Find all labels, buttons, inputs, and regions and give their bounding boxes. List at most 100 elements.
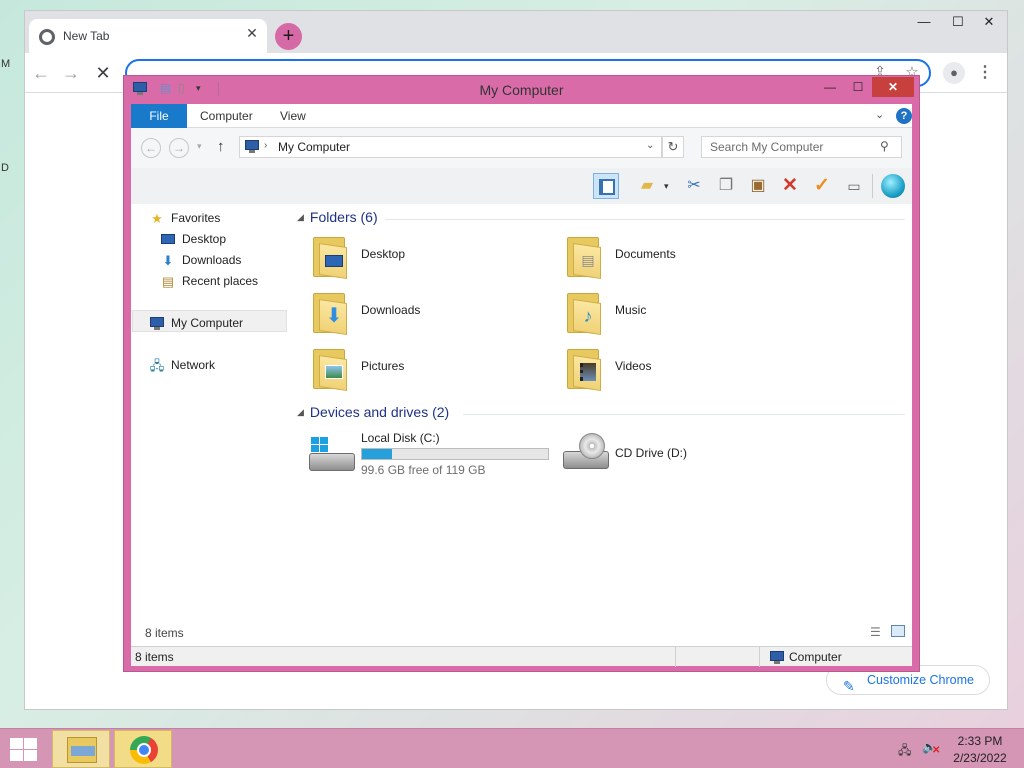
folder-pictures[interactable]: Pictures	[309, 343, 559, 393]
recent-locations-icon[interactable]: ▾	[197, 141, 202, 152]
nav-my-computer[interactable]: My Computer	[149, 313, 305, 335]
search-input[interactable]: Search My Computer ⚲	[701, 136, 902, 158]
tab-close-icon[interactable]: ✕	[243, 25, 261, 45]
network-icon: 🖧	[149, 358, 165, 373]
refresh-button[interactable]: ↻	[662, 136, 684, 158]
customize-chrome-label: Customize Chrome	[867, 673, 974, 687]
start-button[interactable]	[8, 737, 38, 761]
folder-desktop[interactable]: Desktop	[309, 231, 559, 281]
network-tray-icon[interactable]: 🖧	[898, 741, 914, 757]
taskbar: 🖧 🔈 ✕ 2:33 PM 2/23/2022	[0, 728, 1024, 768]
breadcrumb-chevron-icon[interactable]: ›	[264, 140, 267, 151]
tab-computer[interactable]: Computer	[200, 109, 253, 123]
folder-documents[interactable]: ▤ Documents	[563, 231, 813, 281]
preview-pane-button[interactable]	[593, 173, 619, 199]
mute-x-icon: ✕	[932, 745, 941, 756]
folder-label: Pictures	[361, 359, 405, 373]
toolbar-divider	[872, 174, 873, 198]
explorer-close-button[interactable]: ✕	[872, 77, 914, 97]
devices-group-label: Devices and drives (2)	[309, 404, 450, 420]
status-divider	[759, 647, 760, 667]
desktop-icon	[160, 232, 176, 247]
computer-icon	[769, 651, 785, 664]
address-dropdown-icon[interactable]: ⌄	[646, 140, 654, 151]
details-view-icon[interactable]: ☰	[870, 625, 881, 639]
nav-favorites[interactable]: ★ Favorites	[149, 208, 305, 230]
status-location: Computer	[789, 650, 842, 664]
up-arrow-icon[interactable]: ↑	[217, 138, 225, 155]
explorer-titlebar[interactable]: ▤ ▯ ▾ My Computer — ☐ ✕	[124, 76, 919, 104]
cd-drive-icon	[563, 429, 609, 473]
devices-group-header[interactable]: ◢ Devices and drives (2)	[297, 404, 449, 420]
delete-icon[interactable]: ✕	[777, 173, 803, 199]
address-bar[interactable]: › My Computer ⌄	[239, 136, 662, 158]
recent-places-icon: ▤	[161, 274, 175, 289]
taskbar-chrome[interactable]	[114, 730, 172, 768]
folder-videos[interactable]: Videos	[563, 343, 813, 393]
taskbar-file-explorer[interactable]	[52, 730, 110, 768]
ribbon-expand-chevron-icon[interactable]: ⌄	[875, 108, 884, 121]
folder-icon	[563, 343, 607, 391]
folder-label: Downloads	[361, 303, 421, 317]
address-row: ← → ▾ ↑ › My Computer ⌄ ↻ Search My Comp…	[131, 128, 912, 168]
explorer-maximize-button[interactable]: ☐	[844, 77, 872, 97]
tab-file[interactable]: File	[131, 104, 187, 128]
folders-group-header[interactable]: ◢ Folders (6)	[297, 209, 378, 225]
folder-music[interactable]: ♪ Music	[563, 287, 813, 337]
select-check-icon[interactable]: ✓	[809, 173, 835, 199]
copy-icon[interactable]: ❐	[713, 173, 739, 199]
profile-avatar-icon[interactable]: ●	[943, 62, 965, 84]
group-divider	[385, 219, 905, 220]
drive-usage-fill	[362, 449, 393, 459]
status-divider	[675, 647, 676, 667]
folder-icon: ▤	[563, 231, 607, 279]
desktop-edge-glyph: M	[1, 58, 11, 70]
tab-new-tab[interactable]: New Tab ✕	[29, 19, 267, 53]
pane-layout-bar	[599, 179, 603, 195]
nav-desktop-label: Desktop	[182, 232, 227, 246]
content-pane: ◢ Folders (6) Desktop ▤ Documents ⬇ Downl…	[291, 204, 912, 620]
forward-button[interactable]: →	[59, 61, 83, 85]
paste-icon[interactable]: ▣	[745, 173, 771, 199]
drive-local-disk-c[interactable]: Local Disk (C:) 99.6 GB free of 119 GB	[309, 429, 559, 479]
folder-icon: ♪	[563, 287, 607, 335]
explorer-back-button[interactable]: ←	[141, 138, 161, 158]
search-icon[interactable]: ⚲	[880, 139, 889, 153]
window-title: My Computer	[479, 82, 564, 98]
ribbon-tabs: File Computer View ⌄ ?	[131, 104, 912, 128]
nav-favorites-label: Favorites	[171, 211, 221, 225]
folder-options-icon[interactable]: ▰	[634, 173, 660, 199]
chrome-menu-button[interactable]: ⋮	[977, 62, 993, 84]
tab-view[interactable]: View	[280, 109, 306, 123]
drive-cd-d[interactable]: CD Drive (D:)	[563, 429, 813, 479]
stop-loading-button[interactable]: ✕	[91, 61, 115, 85]
explorer-window: ▤ ▯ ▾ My Computer — ☐ ✕ File Computer Vi…	[123, 75, 920, 672]
folder-icon: ⬇	[309, 287, 353, 335]
status-item-count: 8 items	[135, 650, 174, 664]
explorer-minimize-button[interactable]: —	[816, 77, 844, 97]
folder-label: Documents	[615, 247, 676, 261]
maximize-button[interactable]: ☐	[941, 11, 975, 33]
nav-network[interactable]: 🖧 Network	[149, 355, 305, 377]
explorer-forward-button[interactable]: →	[169, 138, 189, 158]
collapse-triangle-icon: ◢	[297, 212, 304, 222]
new-tab-button[interactable]: +	[275, 23, 302, 50]
cut-icon[interactable]: ✂	[681, 173, 707, 199]
breadcrumb[interactable]: My Computer	[278, 140, 350, 154]
close-button[interactable]: ✕	[971, 11, 1007, 33]
clock-time[interactable]: 2:33 PM	[950, 734, 1010, 748]
rename-icon[interactable]: ▭	[841, 173, 867, 199]
help-icon[interactable]: ?	[896, 108, 912, 124]
item-count: 8 items	[145, 626, 184, 640]
folder-downloads[interactable]: ⬇ Downloads	[309, 287, 559, 337]
folder-options-dropdown-icon[interactable]: ▾	[664, 181, 669, 192]
clock-date[interactable]: 2/23/2022	[950, 751, 1010, 765]
minimize-button[interactable]: —	[907, 11, 941, 33]
desktop-edge-glyph: D	[1, 162, 9, 174]
downloads-icon: ⬇	[162, 253, 174, 268]
drive-d-label: CD Drive (D:)	[615, 446, 687, 460]
globe-icon[interactable]	[881, 174, 905, 198]
large-icons-view-icon[interactable]	[891, 625, 905, 637]
status-bar: 8 items Computer	[131, 646, 912, 667]
back-button[interactable]: ←	[29, 61, 53, 85]
